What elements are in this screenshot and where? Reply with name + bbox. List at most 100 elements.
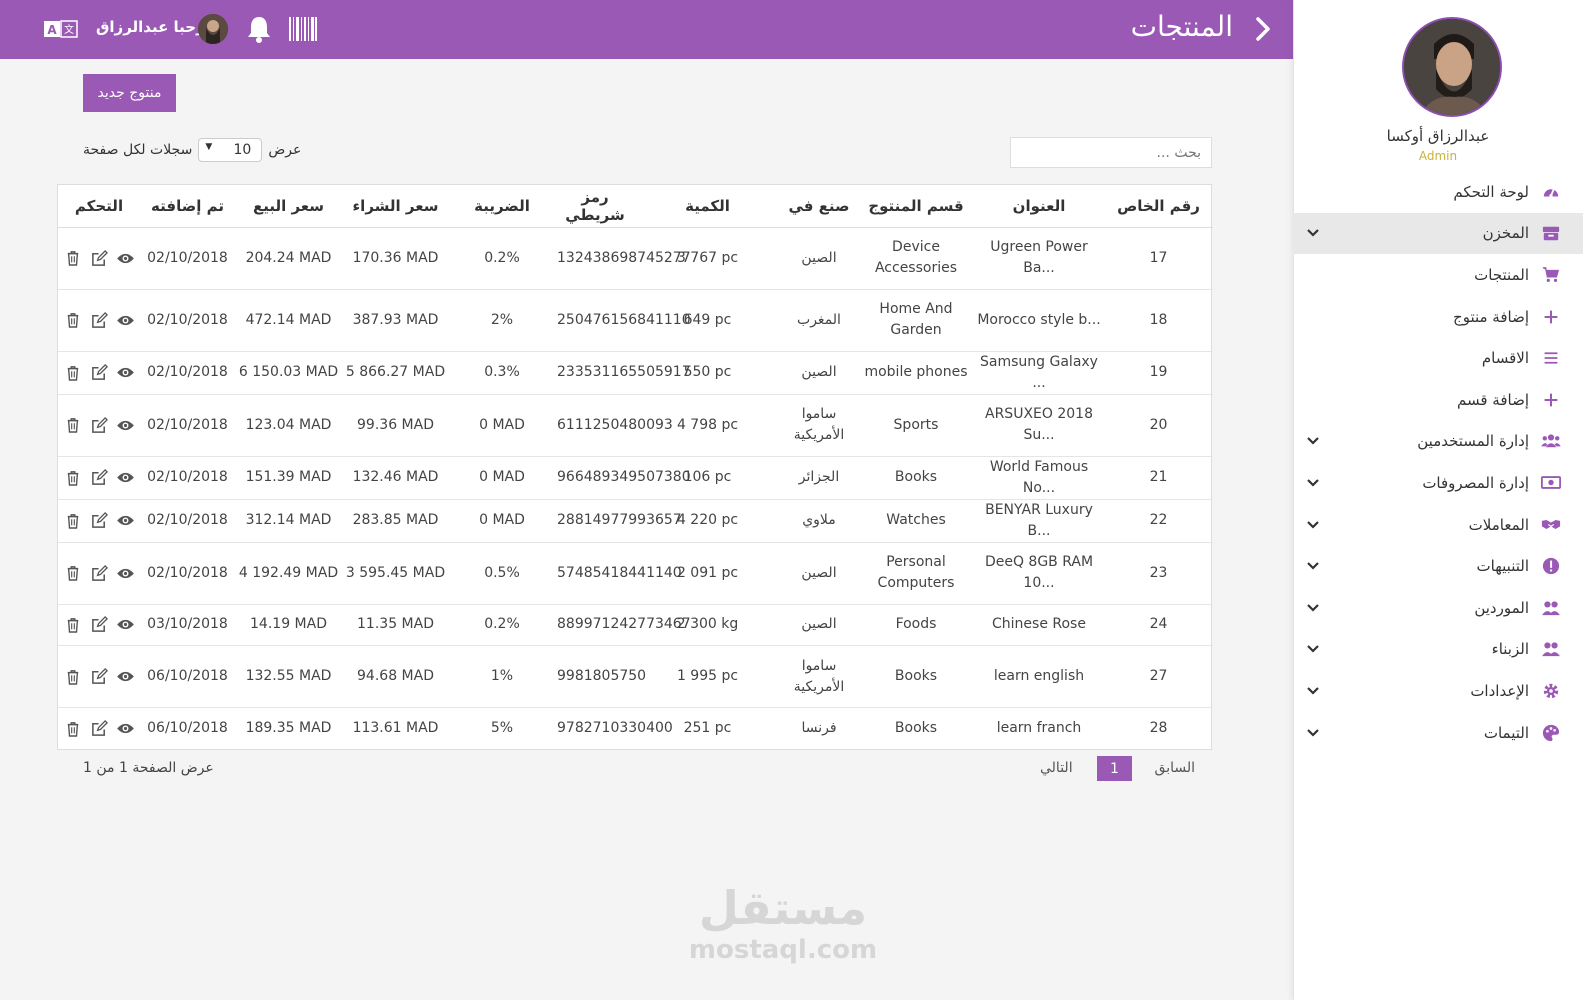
col-header-title[interactable]: العنوان xyxy=(974,185,1104,228)
sidebar-item-label: الموردين xyxy=(1474,598,1529,617)
sidebar-item-customers[interactable]: الزبناء xyxy=(1293,629,1583,671)
eye-icon[interactable] xyxy=(115,615,135,635)
sidebar-item-expenses[interactable]: إدارة المصروفات xyxy=(1293,462,1583,504)
eye-icon[interactable] xyxy=(115,511,135,531)
chevron-right-icon[interactable] xyxy=(1251,16,1275,42)
edit-icon[interactable] xyxy=(89,615,109,635)
edit-icon[interactable] xyxy=(89,310,109,330)
pagination: السابق 1 التالي عرض الصفحة 1 من 1 xyxy=(0,756,1293,782)
col-header-id[interactable]: رقم الخاص xyxy=(1104,185,1213,228)
cell-date: 02/10/2018 xyxy=(140,288,235,351)
search-input[interactable] xyxy=(1010,137,1212,168)
cell-date: 06/10/2018 xyxy=(140,645,235,708)
cell-sell-price: 472.14 MAD xyxy=(235,288,342,351)
cell-category: Books xyxy=(858,455,974,499)
cell-tax: 0.3% xyxy=(449,350,555,394)
sidebar-item-label: المخزن xyxy=(1482,224,1529,243)
cell-barcode: 6111250480093 xyxy=(555,393,673,456)
trash-icon[interactable] xyxy=(63,563,83,583)
barcode-icon[interactable] xyxy=(289,17,317,41)
table-row: 06/10/2018 189.35 MAD 113.61 MAD 5% 97827103… xyxy=(58,707,1213,749)
sidebar-item-dashboard[interactable]: لوحة التحكم xyxy=(1293,171,1583,213)
sidebar-item-label: التنبيهات xyxy=(1476,557,1529,576)
sidebar-item-alerts[interactable]: التنبيهات xyxy=(1293,545,1583,587)
edit-icon[interactable] xyxy=(89,511,109,531)
pagination-next[interactable]: التالي xyxy=(1040,760,1073,776)
svg-text:文: 文 xyxy=(64,23,74,36)
bell-icon[interactable] xyxy=(246,14,272,44)
eye-icon[interactable] xyxy=(115,563,135,583)
chevron-down-icon xyxy=(1307,728,1319,737)
eye-icon[interactable] xyxy=(115,719,135,739)
eye-icon[interactable] xyxy=(115,248,135,268)
trash-icon[interactable] xyxy=(63,468,83,488)
cell-made-in: فرنسا xyxy=(780,707,858,749)
edit-icon[interactable] xyxy=(89,415,109,435)
trash-icon[interactable] xyxy=(63,615,83,635)
sidebar-item-add-product[interactable]: إضافة منتوج xyxy=(1293,296,1583,338)
trash-icon[interactable] xyxy=(63,667,83,687)
trash-icon[interactable] xyxy=(63,248,83,268)
cell-category: mobile phones xyxy=(858,350,974,394)
edit-icon[interactable] xyxy=(89,248,109,268)
profile-name: عبدالرزاق أوكسا xyxy=(1386,127,1490,145)
cell-buy-price: 132.46 MAD xyxy=(342,455,449,499)
cell-buy-price: 3 595.45 MAD xyxy=(342,541,449,604)
cell-sell-price: 6 150.03 MAD xyxy=(235,350,342,394)
trash-icon[interactable] xyxy=(63,719,83,739)
col-header-sell-price[interactable]: سعر البيع xyxy=(235,185,342,228)
sidebar-item-users[interactable]: إدارة المستخدمين xyxy=(1293,421,1583,463)
cell-id: 22 xyxy=(1104,498,1213,542)
col-header-date-added[interactable]: تم إضافته xyxy=(140,185,235,228)
show-label: عرض xyxy=(268,142,302,158)
edit-icon[interactable] xyxy=(89,563,109,583)
list-icon xyxy=(1541,348,1561,368)
col-header-category[interactable]: قسم المنتوج xyxy=(858,185,974,228)
eye-icon[interactable] xyxy=(115,310,135,330)
col-header-quantity[interactable]: الكمية xyxy=(635,185,780,228)
col-header-made-in[interactable]: صنع في xyxy=(780,185,858,228)
cell-category: Watches xyxy=(858,498,974,542)
table-row: 03/10/2018 14.19 MAD 11.35 MAD 0.2% 88997124… xyxy=(58,603,1213,646)
sidebar-item-products[interactable]: المنتجات xyxy=(1293,254,1583,296)
sidebar-item-warehouse[interactable]: المخزن xyxy=(1293,212,1583,255)
cell-date: 02/10/2018 xyxy=(140,350,235,394)
col-header-tax[interactable]: الضريبة xyxy=(449,185,555,228)
sidebar-item-transactions[interactable]: المعاملات xyxy=(1293,504,1583,546)
translate-icon[interactable]: A 文 xyxy=(44,18,78,40)
pagination-prev[interactable]: السابق xyxy=(1155,760,1195,776)
trash-icon[interactable] xyxy=(63,415,83,435)
page-length-select[interactable]: ▼ 10 xyxy=(198,138,263,162)
avatar[interactable] xyxy=(198,14,228,44)
edit-icon[interactable] xyxy=(89,719,109,739)
sidebar-item-settings[interactable]: الإعدادات xyxy=(1293,670,1583,712)
sidebar-item-categories[interactable]: الاقسام xyxy=(1293,337,1583,379)
pagination-current-page[interactable]: 1 xyxy=(1097,756,1132,781)
sidebar-item-add-category[interactable]: إضافة قسم xyxy=(1293,379,1583,421)
edit-icon[interactable] xyxy=(89,363,109,383)
cell-id: 19 xyxy=(1104,350,1213,394)
new-product-button[interactable]: منتوج جديد xyxy=(83,74,176,112)
cell-title: World Famous No... xyxy=(974,455,1104,499)
cell-category: Books xyxy=(858,707,974,749)
eye-icon[interactable] xyxy=(115,468,135,488)
users-icon xyxy=(1541,431,1561,451)
cell-sell-price: 312.14 MAD xyxy=(235,498,342,542)
sidebar-item-themes[interactable]: التيمات xyxy=(1293,712,1583,754)
eye-icon[interactable] xyxy=(115,667,135,687)
trash-icon[interactable] xyxy=(63,363,83,383)
trash-icon[interactable] xyxy=(63,310,83,330)
edit-icon[interactable] xyxy=(89,667,109,687)
eye-icon[interactable] xyxy=(115,415,135,435)
cell-tax: 0.2% xyxy=(449,603,555,646)
col-header-barcode[interactable]: رمز شريطي xyxy=(555,185,635,228)
cell-id: 21 xyxy=(1104,455,1213,499)
profile-avatar[interactable] xyxy=(1402,17,1502,117)
edit-icon[interactable] xyxy=(89,468,109,488)
cell-date: 02/10/2018 xyxy=(140,498,235,542)
sidebar-item-suppliers[interactable]: الموردين xyxy=(1293,587,1583,629)
cell-made-in: الصين xyxy=(780,541,858,604)
trash-icon[interactable] xyxy=(63,511,83,531)
col-header-buy-price[interactable]: سعر الشراء xyxy=(342,185,449,228)
eye-icon[interactable] xyxy=(115,363,135,383)
